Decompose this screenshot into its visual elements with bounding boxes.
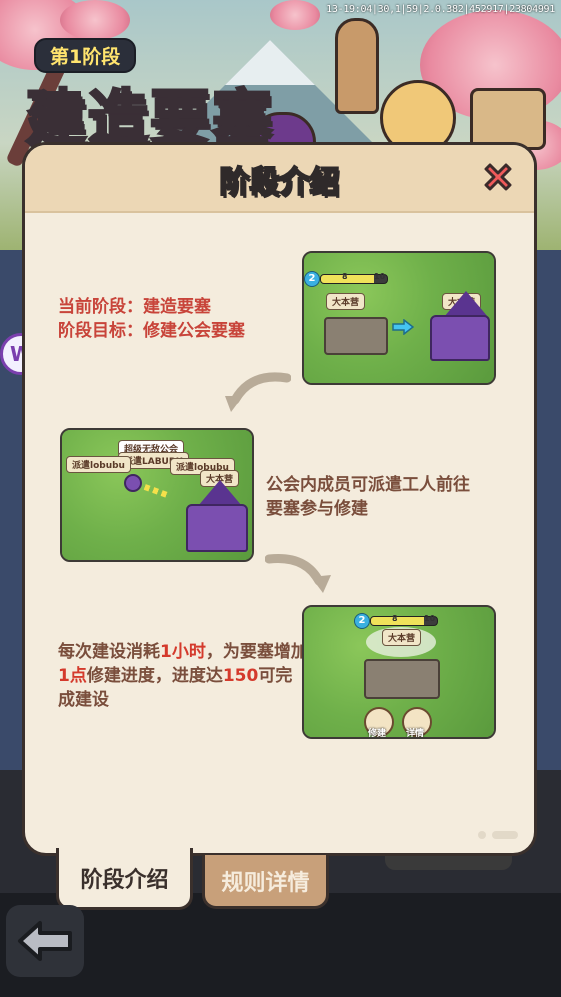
build-cost-part1: 每次建设消耗 bbox=[58, 642, 160, 662]
debug-status-text: 13-19:04|30,1|59|2.0.382|452917|23804991 bbox=[326, 4, 555, 15]
blossom-cluster bbox=[270, 0, 320, 30]
build-label: 修建 bbox=[368, 729, 387, 739]
castle-roof bbox=[444, 291, 488, 317]
building-ruin bbox=[324, 317, 388, 355]
illustration-construction: 2 8 10 大本营 修建 详情 bbox=[302, 605, 496, 739]
build-cost-points: 1点 bbox=[58, 666, 87, 686]
current-stage-text: 当前阶段：建造要塞 bbox=[58, 297, 211, 317]
character-sign bbox=[470, 88, 546, 150]
back-arrow-icon bbox=[18, 921, 72, 961]
illustration-upgrade: 2 8 10 大本营 大本营 bbox=[302, 251, 496, 385]
illustration-dispatch: 超级无敌公会 派遣LABUBU 派遣lobubu 派遣lobubu 大本营 bbox=[60, 428, 254, 562]
dispatch-text-line2: 要塞参与修建 bbox=[266, 499, 368, 519]
stage-label: 第1阶段 bbox=[34, 38, 137, 73]
back-button[interactable] bbox=[6, 905, 84, 977]
build-cost-target: 150 bbox=[222, 666, 259, 686]
progress-count: 8 bbox=[342, 272, 348, 281]
close-icon bbox=[484, 163, 512, 191]
modal-title: 阶段介绍 bbox=[219, 164, 341, 201]
flow-arrow-icon bbox=[265, 553, 331, 593]
arrow-right-icon bbox=[392, 319, 414, 335]
build-cost-hours: 1小时 bbox=[160, 642, 206, 662]
progress-max: 10 bbox=[424, 614, 436, 623]
main-building-tag: 大本营 bbox=[382, 629, 422, 646]
tower-pole bbox=[335, 18, 379, 114]
stage-goal-text: 阶段目标：修建公会要塞 bbox=[58, 321, 245, 341]
build-cost-part3: 修建进度，进度达 bbox=[86, 666, 223, 686]
progress-max: 10 bbox=[374, 272, 386, 281]
side-panel-edge-right bbox=[535, 250, 561, 770]
build-cost-part2: ，为要塞增加 bbox=[205, 642, 308, 662]
close-button[interactable] bbox=[478, 157, 518, 197]
progress-count: 8 bbox=[392, 614, 398, 623]
castle-building bbox=[186, 504, 248, 552]
worker-character bbox=[124, 474, 142, 492]
tab-stage-intro[interactable]: 阶段介绍 bbox=[56, 848, 193, 910]
blossom-cluster bbox=[60, 0, 130, 40]
page-indicator bbox=[478, 831, 518, 839]
level-badge: 2 bbox=[354, 613, 370, 629]
construction-site bbox=[364, 659, 440, 699]
tab-rule-details[interactable]: 规则详情 bbox=[202, 855, 329, 909]
dispatch-text-line1: 公会内成员可派遣工人前往 bbox=[266, 475, 470, 495]
building-tag-left: 大本营 bbox=[326, 293, 366, 310]
castle-building bbox=[430, 315, 490, 361]
dispatch-tag-a: 派遣lobubu bbox=[66, 456, 131, 473]
level-badge: 2 bbox=[304, 271, 320, 287]
build-cost-text: 每次建设消耗1小时，为要塞增加1点修建进度，进度达150可完成建设 bbox=[58, 640, 308, 712]
flow-arrow-icon bbox=[225, 372, 291, 412]
detail-label: 详情 bbox=[406, 729, 425, 739]
castle-roof bbox=[198, 480, 242, 506]
stage-intro-modal: 阶段介绍 当前阶段：建造要塞 阶段目标：修建公会要塞 2 8 10 大本营 大本… bbox=[22, 142, 537, 856]
